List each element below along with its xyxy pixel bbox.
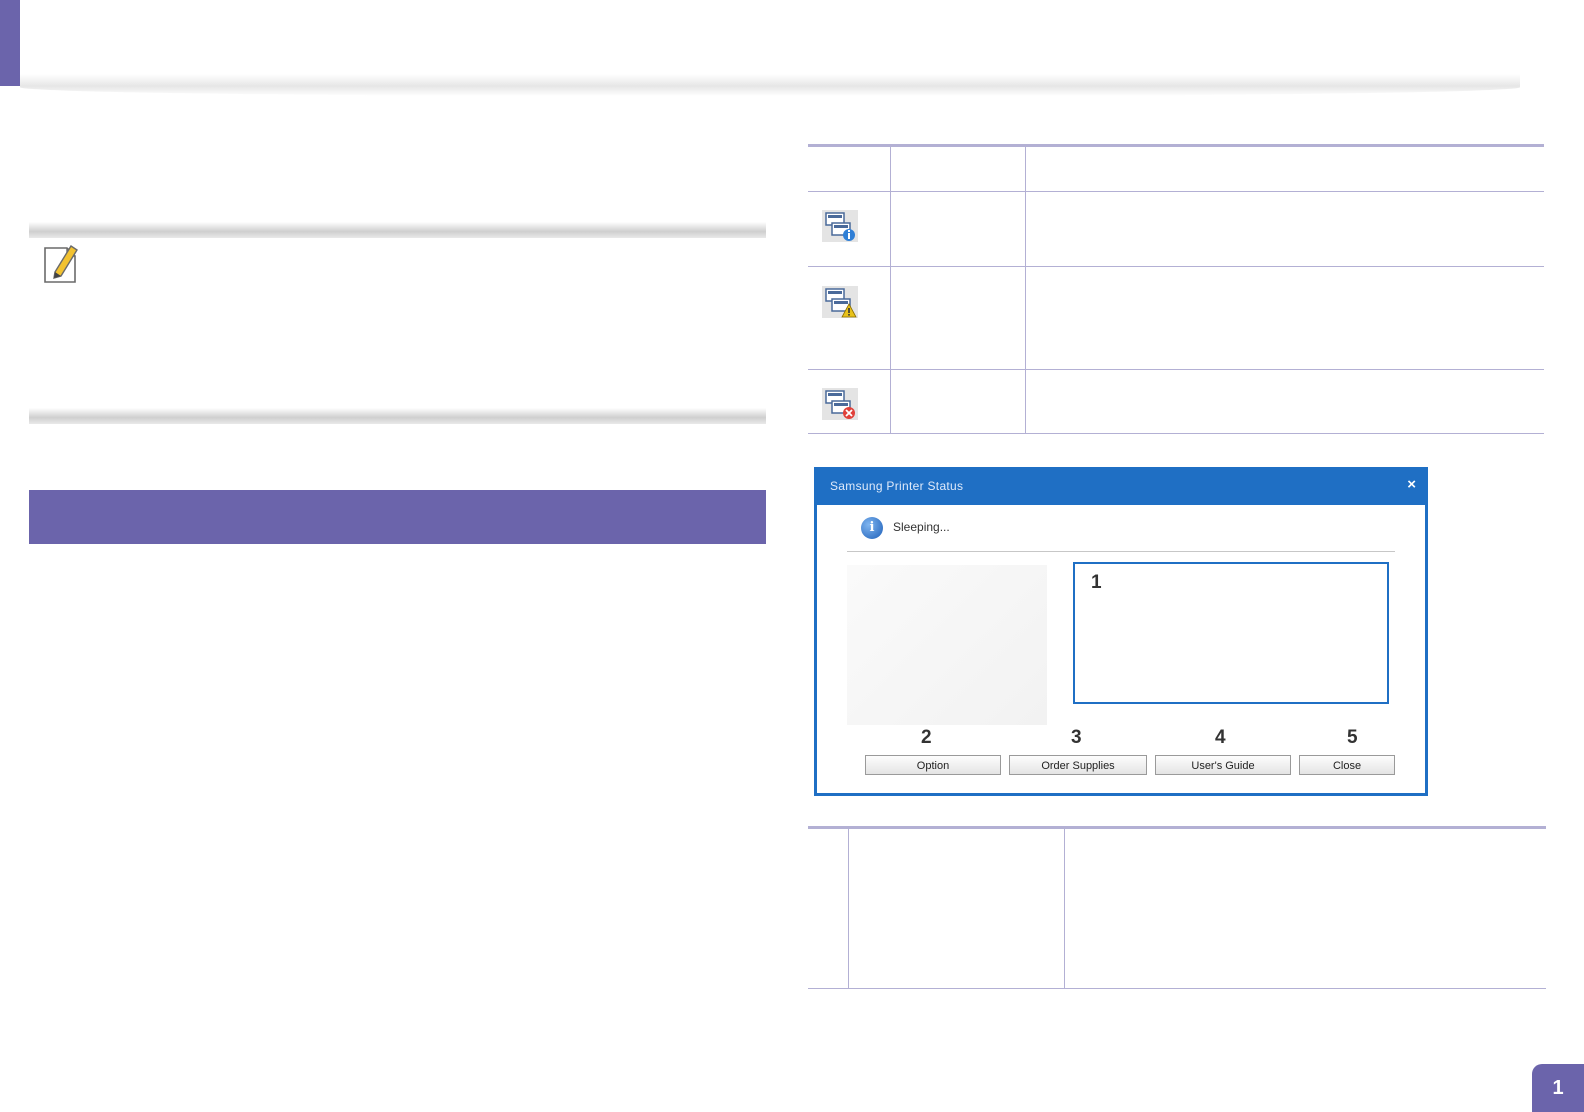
note-top-border: [29, 222, 766, 238]
page-number: 1: [1532, 1064, 1584, 1112]
monitor-info-icon: [820, 208, 860, 244]
note-bottom-border: [29, 408, 766, 424]
dialog-separator: [847, 551, 1395, 552]
option-button[interactable]: Option: [865, 755, 1001, 775]
table-bottom-rule: [808, 433, 1544, 434]
monitor-warning-icon: [820, 284, 860, 320]
monitor-error-icon: [820, 386, 860, 422]
table-row-rule: [808, 369, 1544, 370]
callout-number: 3: [1071, 727, 1082, 748]
callout-number: 1: [1091, 572, 1102, 593]
table-top-rule: [808, 144, 1544, 147]
printer-status-dialog: Samsung Printer Status × i Sleeping... 1…: [814, 467, 1428, 796]
table-column-divider: [1025, 147, 1026, 434]
close-button[interactable]: Close: [1299, 755, 1395, 775]
table-column-divider: [1064, 829, 1065, 988]
dialog-body: i Sleeping... 1 2 3 4 5 Option Order Sup…: [817, 505, 1425, 793]
close-icon[interactable]: ×: [1407, 476, 1416, 493]
status-message-panel: 1: [1073, 562, 1389, 704]
header-divider: [20, 74, 1520, 96]
callout-number: 4: [1215, 727, 1226, 748]
status-icon-table: [808, 144, 1544, 436]
table-row-rule: [808, 266, 1544, 267]
printer-image-panel: [847, 565, 1047, 725]
dialog-title: Samsung Printer Status: [830, 479, 964, 493]
table-top-rule: [808, 826, 1546, 829]
note-box: [29, 222, 766, 424]
info-icon: i: [861, 517, 883, 539]
note-pencil-icon: [41, 242, 81, 286]
table-column-divider: [848, 829, 849, 988]
dialog-titlebar: Samsung Printer Status ×: [814, 467, 1428, 505]
callout-number: 5: [1347, 727, 1358, 748]
table-header-rule: [808, 191, 1544, 192]
order-supplies-button[interactable]: Order Supplies: [1009, 755, 1147, 775]
table-column-divider: [890, 147, 891, 434]
dialog-description-table: [808, 826, 1546, 990]
status-text: Sleeping...: [893, 520, 950, 534]
section-heading-bar: [29, 490, 766, 544]
callout-number: 2: [921, 727, 932, 748]
users-guide-button[interactable]: User's Guide: [1155, 755, 1291, 775]
header-accent-bar: [0, 0, 20, 86]
table-bottom-rule: [808, 988, 1546, 989]
